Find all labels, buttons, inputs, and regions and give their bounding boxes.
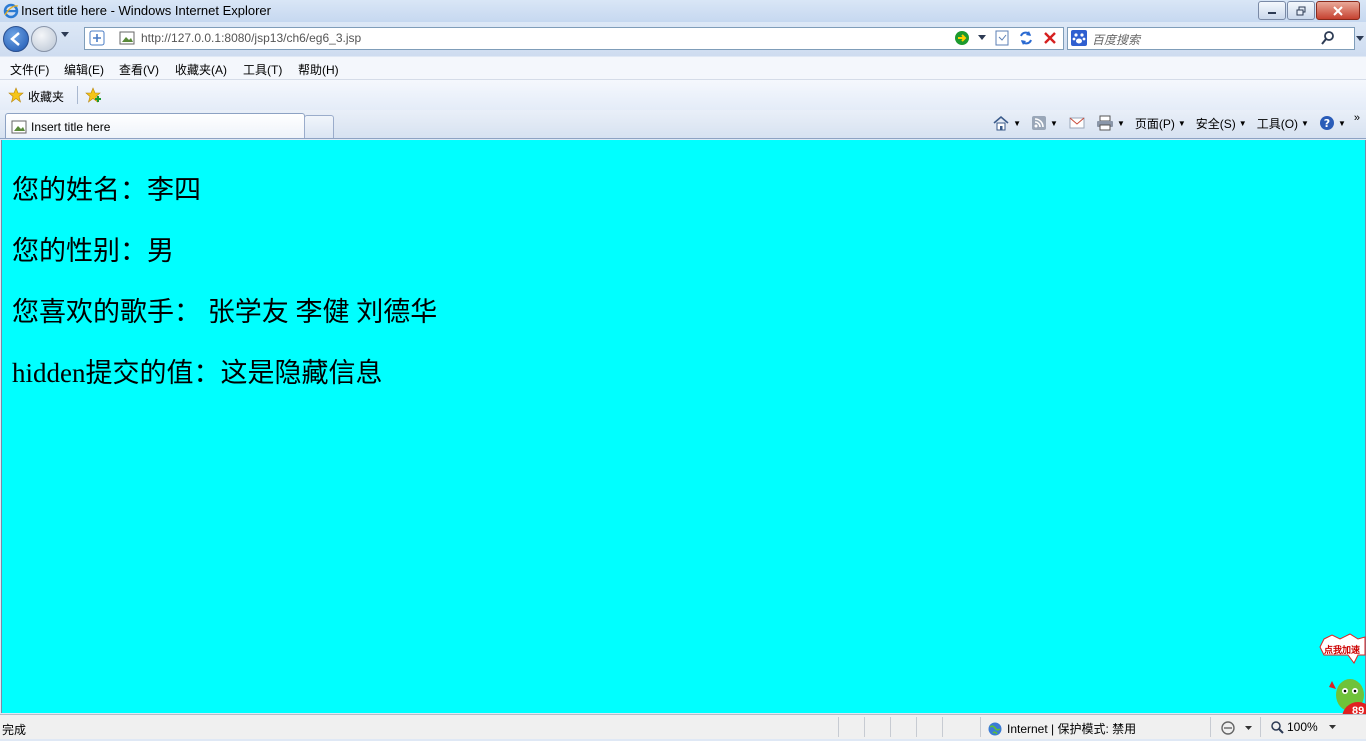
command-bar: ▼ ▼ ▼ 页面(P) ▼ 安全(S) ▼ 工具(O) ▼ ? ▼ » bbox=[982, 110, 1360, 136]
history-dropdown-icon[interactable] bbox=[60, 31, 70, 39]
security-zone[interactable]: Internet | 保护模式: 禁用 bbox=[987, 720, 1136, 737]
menu-edit[interactable]: 编辑(E) bbox=[64, 61, 104, 78]
title-bar: Insert title here - Windows Internet Exp… bbox=[0, 0, 1366, 22]
favorites-star-icon[interactable] bbox=[8, 87, 24, 103]
window-title: Insert title here - Windows Internet Exp… bbox=[21, 3, 271, 18]
popup-blocker-icon[interactable] bbox=[1220, 720, 1236, 736]
page-menu-label: 页面(P) bbox=[1134, 116, 1175, 131]
menu-tools[interactable]: 工具(T) bbox=[243, 61, 282, 78]
zoom-control[interactable]: 100% bbox=[1270, 720, 1337, 734]
close-button[interactable] bbox=[1316, 1, 1360, 20]
page-menu-button[interactable]: 页面(P) ▼ bbox=[1135, 115, 1186, 132]
tab-row: Insert title here ▼ ▼ ▼ 页面(P) ▼ 安全(S) ▼ … bbox=[0, 110, 1366, 139]
status-divider bbox=[864, 717, 865, 737]
hidden-value-line: hidden提交的值：这是隐藏信息 bbox=[12, 358, 383, 388]
safety-menu-label: 安全(S) bbox=[1195, 116, 1236, 131]
search-field[interactable]: 百度搜索 bbox=[1067, 27, 1355, 50]
status-divider bbox=[980, 717, 981, 737]
chevron-down-icon: ▼ bbox=[1238, 118, 1247, 128]
new-tab-button[interactable] bbox=[304, 115, 334, 138]
address-dropdown-icon[interactable] bbox=[977, 34, 987, 42]
feeds-button[interactable]: ▼ bbox=[1031, 115, 1058, 131]
status-divider bbox=[1210, 717, 1211, 737]
close-icon bbox=[1333, 5, 1343, 16]
chevron-down-icon: ▼ bbox=[1301, 118, 1309, 128]
security-zone-text: Internet | 保护模式: 禁用 bbox=[1007, 722, 1137, 736]
go-icon[interactable] bbox=[953, 29, 971, 47]
url-text: http://127.0.0.1:8080/jsp13/ch6/eg6_3.js… bbox=[141, 31, 362, 45]
menu-help[interactable]: 帮助(H) bbox=[298, 61, 339, 78]
tools-menu-button[interactable]: 工具(O) ▼ bbox=[1257, 115, 1309, 132]
globe-icon bbox=[988, 722, 1002, 735]
restore-button[interactable] bbox=[1287, 1, 1315, 20]
tab-title: Insert title here bbox=[31, 120, 111, 134]
help-icon: ? bbox=[1319, 116, 1334, 130]
back-arrow-icon bbox=[10, 32, 20, 46]
address-field[interactable]: http://127.0.0.1:8080/jsp13/ch6/eg6_3.js… bbox=[84, 27, 1064, 50]
chevron-down-icon: ▼ bbox=[1013, 118, 1022, 128]
status-divider bbox=[1260, 717, 1261, 737]
printer-icon bbox=[1096, 115, 1113, 131]
favorites-separator bbox=[77, 86, 78, 104]
home-button[interactable]: ▼ bbox=[992, 114, 1021, 132]
status-text: 完成 bbox=[2, 723, 27, 737]
page-content: 您的姓名：李四 您的性别：男 您喜欢的歌手： 张学友 李健 刘德华 hidden… bbox=[1, 140, 1366, 713]
help-button[interactable]: ? ▼ bbox=[1319, 115, 1346, 131]
read-mail-button[interactable] bbox=[1068, 116, 1086, 130]
tools-menu-label: 工具(O) bbox=[1256, 116, 1299, 131]
toolbar-overflow-button[interactable]: » bbox=[1354, 112, 1360, 124]
mail-icon bbox=[1069, 117, 1085, 129]
address-toolbar: http://127.0.0.1:8080/jsp13/ch6/eg6_3.js… bbox=[0, 22, 1366, 56]
page-icon bbox=[11, 120, 27, 134]
ie-logo-icon bbox=[3, 3, 19, 19]
chevron-down-icon: ▼ bbox=[1337, 118, 1346, 128]
singers-line: 您喜欢的歌手： 张学友 李健 刘德华 bbox=[12, 297, 438, 327]
zoom-level: 100% bbox=[1287, 720, 1318, 734]
page-icon bbox=[119, 31, 135, 45]
menu-favorites[interactable]: 收藏夹(A) bbox=[175, 61, 227, 78]
search-options-dropdown-icon[interactable] bbox=[1355, 35, 1365, 43]
svg-text:?: ? bbox=[1324, 117, 1330, 130]
minimize-button[interactable] bbox=[1258, 1, 1286, 20]
chevron-down-icon[interactable] bbox=[1244, 725, 1253, 732]
forward-button[interactable] bbox=[31, 26, 57, 52]
menu-view[interactable]: 查看(V) bbox=[119, 61, 159, 78]
favorites-bar: 收藏夹 bbox=[0, 80, 1366, 110]
minimize-icon bbox=[1268, 11, 1276, 14]
compat-view-icon[interactable] bbox=[89, 30, 105, 46]
status-divider bbox=[838, 717, 839, 737]
chevron-down-icon bbox=[1328, 724, 1336, 729]
chevron-right-icon: » bbox=[1353, 112, 1360, 124]
add-favorite-icon[interactable] bbox=[85, 87, 103, 103]
menu-bar: 文件(F) 编辑(E) 查看(V) 收藏夹(A) 工具(T) 帮助(H) bbox=[0, 57, 1366, 80]
safety-menu-button[interactable]: 安全(S) ▼ bbox=[1196, 115, 1247, 132]
baidu-paw-icon bbox=[1071, 30, 1087, 46]
back-button[interactable] bbox=[3, 26, 29, 52]
compat-icon[interactable] bbox=[993, 29, 1011, 47]
status-bar: 完成 Internet | 保护模式: 禁用 100% bbox=[0, 714, 1366, 739]
name-line: 您的姓名：李四 bbox=[12, 175, 201, 205]
zoom-magnifier-icon bbox=[1271, 721, 1284, 734]
search-placeholder: 百度搜索 bbox=[1092, 33, 1141, 47]
status-divider bbox=[890, 717, 891, 737]
speed-up-label: 点我加速 bbox=[1324, 645, 1361, 655]
chevron-down-icon: ▼ bbox=[1116, 118, 1125, 128]
stop-icon[interactable] bbox=[1041, 29, 1059, 47]
tab-insert-title-here[interactable]: Insert title here bbox=[5, 113, 305, 138]
menu-file[interactable]: 文件(F) bbox=[10, 61, 49, 78]
restore-icon bbox=[1296, 6, 1306, 15]
print-button[interactable]: ▼ bbox=[1096, 115, 1125, 131]
chevron-down-icon: ▼ bbox=[1050, 118, 1058, 128]
home-icon bbox=[993, 115, 1009, 131]
chevron-down-icon: ▼ bbox=[1177, 118, 1186, 128]
favorites-button[interactable]: 收藏夹 bbox=[28, 88, 64, 105]
status-divider bbox=[942, 717, 943, 737]
search-icon[interactable] bbox=[1320, 30, 1336, 46]
gender-line: 您的性别：男 bbox=[12, 236, 174, 266]
refresh-icon[interactable] bbox=[1017, 29, 1035, 47]
rss-feed-icon bbox=[1032, 116, 1047, 130]
status-divider bbox=[916, 717, 917, 737]
